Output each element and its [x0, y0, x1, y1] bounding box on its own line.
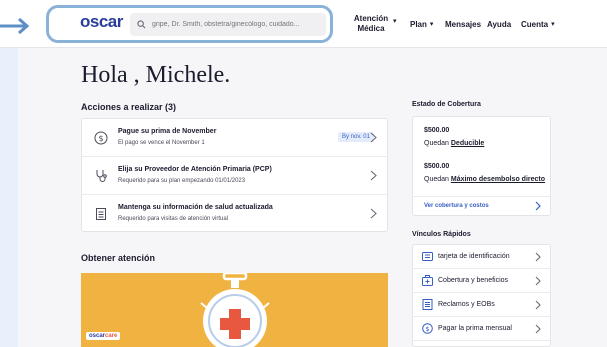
nav-ayuda-label: Ayuda	[487, 19, 512, 29]
id-card-icon	[422, 252, 433, 261]
search-highlight-outline	[46, 5, 333, 43]
chevron-right-icon	[535, 252, 541, 262]
nav-ayuda[interactable]: Ayuda	[487, 0, 511, 48]
quick-link-label: Pagar la prima mensual	[438, 325, 512, 332]
action-row-pcp[interactable]: Elija su Proveedor de Atención Primaria …	[82, 157, 387, 195]
due-date-badge: By nov. 01	[338, 132, 374, 142]
acciones-title: Acciones a realizar (3)	[81, 102, 177, 112]
action-subtitle: Requerido para visitas de atención virtu…	[118, 216, 229, 222]
medical-kit-icon	[422, 275, 433, 286]
quick-link-label: Reclamos y EOBs	[438, 301, 495, 308]
chevron-right-icon	[370, 132, 377, 143]
vinculos-title: Vínculos Rápidos	[412, 231, 471, 238]
cobertura-title: Estado de Cobertura	[412, 101, 481, 108]
cobertura-card: $500.00 Quedan Deducible $500.00 Quedan …	[412, 116, 551, 216]
oscar-care-logo: oscarcare	[86, 332, 121, 340]
action-title: Pague su prima de November	[118, 128, 217, 135]
nav-cuenta-label: Cuenta	[521, 19, 549, 29]
deducible-label: Quedan Deducible	[424, 140, 484, 147]
divider	[413, 196, 550, 197]
deducible-link[interactable]: Deducible	[451, 140, 484, 147]
oscar-care-banner[interactable]: oscarcare	[81, 273, 388, 347]
maximo-prefix: Quedan	[424, 176, 449, 183]
chevron-right-icon[interactable]	[535, 201, 541, 211]
quick-link-label: tarjeta de identificación	[438, 253, 510, 260]
svg-text:$: $	[98, 134, 103, 143]
nav-atencion-line1: Atención	[353, 14, 389, 23]
obtener-title: Obtener atención	[81, 253, 156, 263]
maximo-link[interactable]: Máximo desembolso directo	[451, 176, 545, 183]
nav-cuenta[interactable]: Cuenta ▾	[521, 0, 555, 48]
nav-mensajes-label: Mensajes	[445, 19, 482, 29]
document-icon	[96, 208, 106, 220]
action-subtitle: El pago se vence el November 1	[118, 140, 205, 146]
chevron-right-icon	[535, 300, 541, 310]
left-accent-strip	[0, 0, 18, 347]
deducible-amount: $500.00	[424, 127, 450, 134]
acciones-card: $ Pague su prima de November El pago se …	[81, 118, 388, 232]
deducible-prefix: Quedan	[424, 140, 449, 147]
receipt-icon	[422, 299, 433, 310]
quick-link-pay-premium[interactable]: $ Pagar la prima mensual	[413, 317, 550, 341]
quick-link-coverage[interactable]: Cobertura y beneficios	[413, 269, 550, 293]
stopwatch-illustration	[200, 273, 270, 347]
maximo-label: Quedan Máximo desembolso directo	[424, 176, 545, 183]
nav-atencion-line2: Médica	[357, 24, 385, 33]
ver-cobertura-link[interactable]: Ver cobertura y costos	[424, 203, 489, 209]
action-title: Elija su Proveedor de Atención Primaria …	[118, 166, 272, 173]
chevron-right-icon	[535, 324, 541, 334]
dollar-icon: $	[94, 131, 108, 145]
action-row-health-info[interactable]: Mantenga su información de salud actuali…	[82, 195, 387, 233]
chevron-right-icon	[370, 208, 377, 219]
action-title: Mantenga su información de salud actuali…	[118, 204, 273, 211]
nav-plan[interactable]: Plan ▾	[410, 0, 433, 48]
quick-link-claims[interactable]: Reclamos y EOBs	[413, 293, 550, 317]
nav-mensajes[interactable]: Mensajes	[445, 0, 481, 48]
chevron-down-icon: ▾	[551, 21, 555, 28]
chevron-right-icon	[370, 170, 377, 181]
arrow-right-icon	[0, 17, 30, 35]
nav-plan-label: Plan	[410, 19, 427, 29]
brand-prefix: oscar	[89, 333, 106, 339]
chevron-down-icon: ▾	[393, 18, 397, 25]
svg-text:$: $	[425, 325, 429, 333]
chevron-down-icon: ▾	[429, 21, 434, 28]
vinculos-card: tarjeta de identificación Cobertura y be…	[412, 244, 551, 347]
chevron-right-icon	[535, 276, 541, 286]
dollar-icon: $	[422, 323, 433, 334]
quick-link-id-card[interactable]: tarjeta de identificación	[413, 245, 550, 269]
stethoscope-icon	[96, 170, 107, 182]
action-row-premium[interactable]: $ Pague su prima de November El pago se …	[82, 119, 387, 157]
quick-link-label: Cobertura y beneficios	[438, 277, 509, 284]
action-subtitle: Requerido para su plan empezando 01/01/2…	[118, 178, 246, 184]
brand-suffix: care	[105, 333, 118, 339]
maximo-amount: $500.00	[424, 163, 450, 170]
greeting-heading: Hola , Michele.	[81, 62, 231, 88]
